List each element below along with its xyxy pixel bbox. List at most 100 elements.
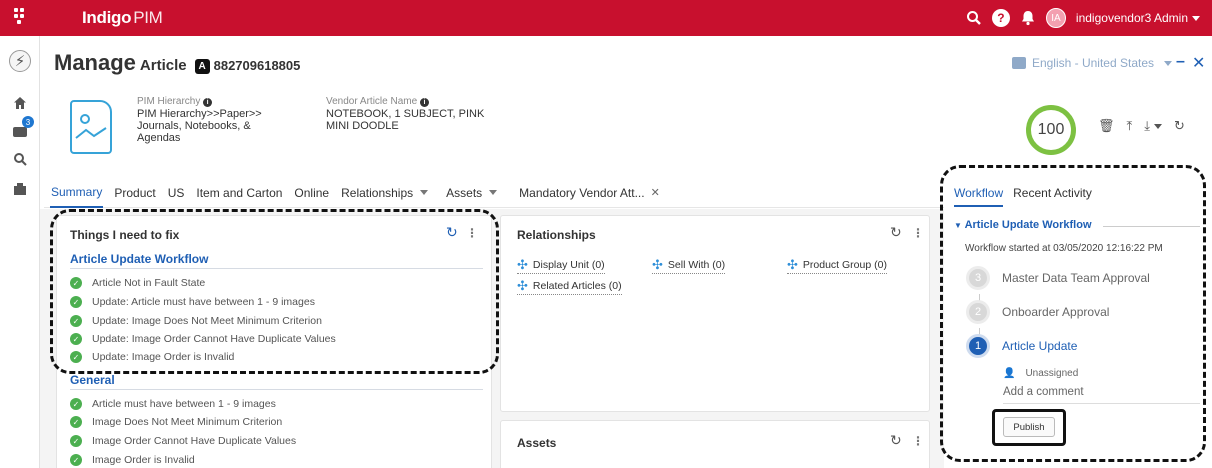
tab-relationships[interactable]: Relationships: [340, 178, 429, 208]
workflow-step-active[interactable]: 1 Article Update: [966, 334, 1077, 358]
panel-title: Things I need to fix: [70, 228, 180, 242]
type-badge: A: [194, 59, 210, 74]
chevron-down-icon: [1192, 16, 1200, 22]
section-title[interactable]: General: [70, 373, 115, 387]
minimize-icon[interactable]: –: [1176, 53, 1185, 71]
info-icon[interactable]: i: [419, 98, 429, 107]
list-item[interactable]: ✓ Image Order Cannot Have Duplicate Value…: [70, 435, 296, 447]
item-text: Update: Image Does Not Meet Minimum Crit…: [92, 315, 322, 327]
brand-logo[interactable]: Indigo PIM: [82, 8, 163, 28]
list-item[interactable]: ✓ Update: Image Order Cannot Have Duplica…: [70, 333, 336, 345]
divider: [70, 268, 483, 269]
refresh-icon[interactable]: ↻: [890, 224, 902, 241]
vendor-article-name-field: Vendor Article Name i NOTEBOOK, 1 SUBJEC…: [326, 96, 526, 132]
page-title: Manage Article A 882709618805: [54, 50, 300, 76]
tab-workflow[interactable]: Workflow: [954, 186, 1004, 207]
notification-badge: 3: [22, 116, 34, 128]
list-item[interactable]: ✓ Update: Image Does Not Meet Minimum Cri…: [70, 315, 322, 327]
workflow-step[interactable]: 3 Master Data Team Approval: [966, 266, 1150, 290]
refresh-icon[interactable]: ↻: [1174, 118, 1185, 134]
refresh-icon[interactable]: ↻: [890, 432, 902, 449]
more-options-icon[interactable]: ⋮: [466, 226, 478, 240]
reports-icon[interactable]: [9, 178, 31, 200]
check-icon: ✓: [70, 333, 82, 345]
relationship-link-sell-with[interactable]: ✣ Sell With (0): [652, 257, 726, 274]
relationship-link-display-unit[interactable]: ✣ Display Unit (0): [517, 257, 605, 274]
check-icon: ✓: [70, 435, 82, 447]
search-icon[interactable]: [966, 10, 982, 26]
close-icon[interactable]: ✕: [651, 186, 660, 199]
link-label: Display Unit (0): [532, 259, 605, 271]
tab-product[interactable]: Product: [113, 178, 156, 208]
download-icon[interactable]: ⤓: [1144, 118, 1163, 134]
bolt-icon[interactable]: ⚡: [9, 50, 31, 72]
list-item[interactable]: ✓ Image Order is Invalid: [70, 454, 195, 466]
language-selector[interactable]: English - United States: [1011, 56, 1172, 70]
top-right-controls: ? IA indigovendor3 Admin: [966, 8, 1200, 28]
item-text: Image Order Cannot Have Duplicate Values: [92, 435, 297, 447]
assignee[interactable]: 👤 Unassigned: [1003, 368, 1078, 379]
tab-assets[interactable]: Assets: [445, 178, 498, 208]
more-options-icon[interactable]: ⋮: [912, 434, 924, 448]
help-icon[interactable]: ?: [991, 9, 1010, 27]
link-label: Related Articles (0): [532, 280, 622, 292]
delete-icon[interactable]: 🗑: [1098, 118, 1115, 134]
list-item[interactable]: ✓ Article Not in Fault State: [70, 277, 205, 289]
panel-title: Relationships: [517, 228, 596, 242]
workflow-title[interactable]: ▼ Article Update Workflow: [954, 219, 1092, 231]
link-label: Product Group (0): [802, 259, 887, 271]
avatar[interactable]: IA: [1045, 8, 1066, 28]
check-icon: ✓: [70, 296, 82, 308]
field-value: MINI DOODLE: [326, 120, 399, 132]
link-label: Sell With (0): [667, 259, 726, 271]
brand-suffix: PIM: [133, 8, 163, 27]
upload-icon[interactable]: ⤒: [1127, 118, 1133, 134]
item-text: Update: Image Order Cannot Have Duplicat…: [92, 333, 336, 345]
user-icon: 👤: [1003, 368, 1016, 379]
more-options-icon[interactable]: ⋮: [912, 226, 924, 240]
step-name: Master Data Team Approval: [1002, 271, 1150, 285]
list-item[interactable]: ✓ Article must have between 1 - 9 images: [70, 398, 276, 410]
user-menu[interactable]: indigovendor3 Admin: [1076, 11, 1200, 25]
home-icon[interactable]: [9, 92, 31, 114]
tab-online[interactable]: Online: [293, 178, 330, 208]
workflow-tabs: Workflow Recent Activity: [954, 186, 1092, 207]
search-icon[interactable]: [9, 148, 31, 170]
tab-recent-activity[interactable]: Recent Activity: [1013, 186, 1092, 207]
close-icon[interactable]: ✕: [1192, 53, 1205, 73]
relationship-link-related-articles[interactable]: ✣ Related Articles (0): [517, 278, 622, 295]
item-text: Update: Article must have between 1 - 9 …: [92, 296, 315, 308]
tab-label: Relationships: [341, 185, 414, 200]
list-item[interactable]: ✓ Update: Article must have between 1 - 9…: [70, 296, 315, 308]
step-name: Onboarder Approval: [1002, 305, 1110, 319]
bell-icon[interactable]: [1020, 10, 1036, 26]
workflow-step[interactable]: 2 Onboarder Approval: [966, 300, 1109, 324]
pim-hierarchy-field: PIM Hierarchy i PIM Hierarchy>>Paper>> J…: [137, 96, 307, 144]
caret-down-icon: ▼: [954, 221, 962, 230]
link-icon: ✣: [787, 257, 798, 272]
relationships-panel: [500, 215, 930, 412]
workflow-title-text: Article Update Workflow: [964, 219, 1092, 231]
tab-us[interactable]: US: [167, 178, 186, 208]
publish-button[interactable]: Publish: [1003, 417, 1055, 437]
tab-mandatory-vendor-attributes[interactable]: Mandatory Vendor Att... ✕: [518, 178, 661, 208]
tab-summary[interactable]: Summary: [50, 178, 104, 208]
link-icon: ✣: [517, 278, 528, 293]
list-item[interactable]: ✓ Update: Image Order is Invalid: [70, 351, 234, 363]
info-icon[interactable]: i: [203, 98, 213, 107]
item-text: Image Does Not Meet Minimum Criterion: [92, 416, 283, 428]
inbox-icon[interactable]: 3: [9, 116, 34, 142]
list-item[interactable]: ✓ Image Does Not Meet Minimum Criterion: [70, 416, 282, 428]
tab-item-and-carton[interactable]: Item and Carton: [195, 178, 283, 208]
section-title[interactable]: Article Update Workflow: [70, 252, 208, 266]
check-icon: ✓: [70, 454, 82, 466]
app-launcher-icon[interactable]: [14, 8, 30, 28]
relationship-link-product-group[interactable]: ✣ Product Group (0): [787, 257, 887, 274]
check-icon: ✓: [70, 351, 82, 363]
refresh-icon[interactable]: ↻: [446, 224, 458, 241]
item-text: Update: Image Order is Invalid: [92, 351, 235, 363]
check-icon: ✓: [70, 315, 82, 327]
article-image-placeholder[interactable]: [70, 100, 112, 154]
assets-panel: [500, 420, 930, 468]
comment-input[interactable]: Add a comment: [1003, 386, 1084, 398]
